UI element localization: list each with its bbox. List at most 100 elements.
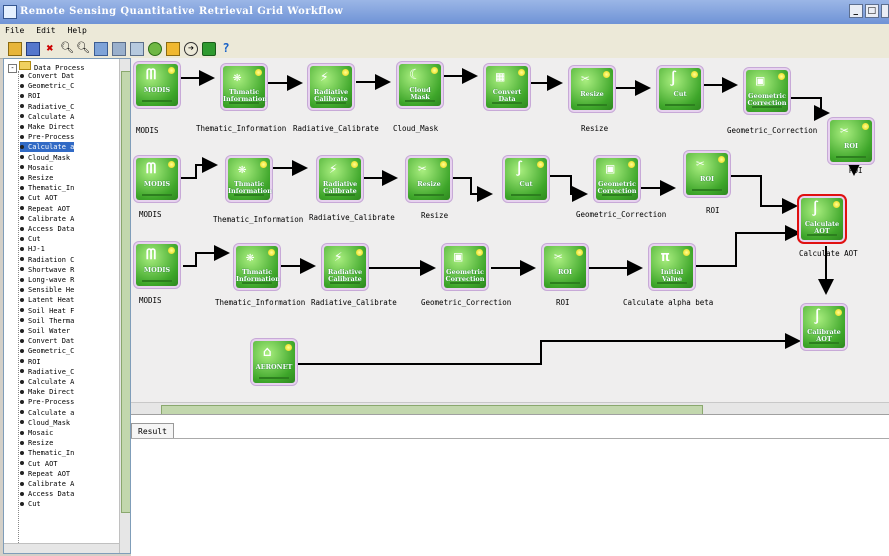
workflow-node[interactable]: ⚡ Radiative Calibrate [310,66,352,108]
tree-item[interactable]: Thematic_In [20,183,74,193]
workflow-node[interactable]: ✂ Resize [408,158,450,200]
tree-item[interactable]: Calculate a [20,408,74,418]
maximize-button[interactable]: □ [865,4,879,18]
tree-item[interactable]: Shortwave R [20,265,74,275]
minimize-button[interactable]: _ [849,4,863,18]
tree-item[interactable]: Long-wave R [20,275,74,285]
tree-item[interactable]: Cut AOT [20,459,58,469]
tree-horizontal-scrollbar[interactable] [4,543,119,553]
tree-root[interactable]: - Data Process [8,61,85,73]
tree-item[interactable]: Latent Heat [20,295,74,305]
workflow-canvas[interactable]: ᗰ MODIS MODIS ❋ Thmatic Information Thematic_… [131,58,889,402]
workflow-node[interactable]: ✂ Resize [571,68,613,110]
menu-file[interactable]: File [5,26,24,35]
workflow-node[interactable]: ☾ Cloud Mask [399,64,441,106]
workflow-node[interactable]: ▦ Convert Data [486,66,528,108]
tab-result[interactable]: Result [131,423,174,439]
tree-item[interactable]: Make Direct [20,387,74,397]
tree-item-label: Thematic_In [28,184,75,193]
workflow-node[interactable]: ᗰ MODIS [136,158,178,200]
tree-item[interactable]: Access Data [20,489,74,499]
tree-item[interactable]: Convert Dat [20,336,74,346]
tree-item[interactable]: Radiation C [20,255,74,265]
tree-item[interactable]: Convert Dat [20,71,74,81]
tree-item[interactable]: Cloud_Mask [20,418,70,428]
tree-item[interactable]: Geometric_C [20,81,74,91]
open-icon[interactable] [8,42,22,56]
workflow-node[interactable]: ❋ Thmatic Information [236,246,280,288]
tree-item[interactable]: Mosaic [20,163,53,173]
workflow-node[interactable]: ✂ ROI [686,153,728,195]
workflow-node[interactable]: ▣ Geometric Correction [444,246,486,288]
workflow-node[interactable]: ᗰ MODIS [136,64,178,106]
tree-item[interactable]: Calibrate A [20,214,74,224]
node-icon: ✂ [696,156,705,172]
workflow-node[interactable]: ∫ Cut [505,158,547,200]
tree-item[interactable]: Soil Therma [20,316,74,326]
tree-item[interactable]: Pre-Process [20,397,74,407]
tree-item[interactable]: Cut [20,499,41,509]
tree-item[interactable]: ROI [20,91,41,101]
workflow-node[interactable]: ❋ Thmatic Information [223,66,267,108]
node-icon: ✂ [554,249,563,265]
tree-item[interactable]: Soil Heat F [20,306,74,316]
tree-item[interactable]: Calculate a [20,142,75,153]
workflow-node[interactable]: ∫ Calculate AOT [801,198,843,240]
workflow-node[interactable]: ∫ Cut [659,68,701,110]
workflow-node[interactable]: ⚡ Radiative Calibrate [324,246,366,288]
tree-item[interactable]: Repeat AOT [20,204,70,214]
grid-icon[interactable] [112,42,126,56]
tree-item[interactable]: Cloud_Mask [20,153,70,163]
close-button[interactable] [881,4,889,18]
save-icon[interactable] [26,42,40,56]
menu-edit[interactable]: Edit [36,26,55,35]
tree-item[interactable]: Calculate A [20,377,74,387]
tree-item[interactable]: Radiative_C [20,102,74,112]
tree-item[interactable]: Thematic_In [20,448,74,458]
refresh-icon[interactable] [166,42,180,56]
menu-help[interactable]: Help [68,26,87,35]
tree-item[interactable]: Cut [20,234,41,244]
node-caption: Radiative_Calibrate [293,124,379,133]
node-caption: MODIS [139,296,162,305]
deploy-icon[interactable] [202,42,216,56]
tree-item[interactable]: Geometric_C [20,346,74,356]
node-caption: Radiative_Calibrate [311,298,397,307]
tree-item[interactable]: Mosaic [20,428,53,438]
panel-icon[interactable] [130,42,144,56]
tree-item[interactable]: Soil Water [20,326,70,336]
workflow-node[interactable]: ∫ Calibrate AOT [803,306,845,348]
tree-item[interactable]: Resize [20,438,53,448]
search-node-icon[interactable] [148,42,162,56]
tree-item[interactable]: Repeat AOT [20,469,70,479]
tree-item[interactable]: Calculate A [20,112,74,122]
tree-item[interactable]: Calibrate A [20,479,74,489]
status-light-icon [255,69,262,76]
zoom-in-icon[interactable]: 🔍︎ [60,42,74,54]
tree-item[interactable]: Cut AOT [20,193,58,203]
run-icon[interactable]: ➔ [184,42,198,56]
tree-item[interactable]: Make Direct [20,122,74,132]
tree-item[interactable]: Sensible He [20,285,74,295]
workflow-node[interactable]: ᗰ MODIS [136,244,178,286]
tree-scroll-thumb[interactable] [121,71,130,513]
workflow-node[interactable]: π Initial Value [651,246,693,288]
tree-item[interactable]: Pre-Process [20,132,74,142]
tree-item[interactable]: ROI [20,357,41,367]
tree-item[interactable]: Radiative_C [20,367,74,377]
workflow-node[interactable]: ⌂ AERONET [253,341,295,383]
workflow-node[interactable]: ✂ ROI [830,120,872,162]
tree-vertical-scrollbar[interactable] [119,59,130,553]
zoom-out-icon[interactable]: 🔍︎ [76,42,90,54]
workflow-node[interactable]: ✂ ROI [544,246,586,288]
help-icon[interactable]: ? [220,42,232,54]
workflow-node[interactable]: ▣ Geometric Correction [596,158,638,200]
tree-item[interactable]: Resize [20,173,53,183]
workflow-node[interactable]: ▣ Geometric Correction [746,70,788,112]
delete-icon[interactable]: ✖ [44,42,56,54]
workflow-node[interactable]: ❋ Thmatic Information [228,158,272,200]
tree-item[interactable]: HJ-1 [20,244,45,254]
layout-icon[interactable] [94,42,108,56]
tree-item[interactable]: Access Data [20,224,74,234]
workflow-node[interactable]: ⚡ Radiative Calibrate [319,158,361,200]
